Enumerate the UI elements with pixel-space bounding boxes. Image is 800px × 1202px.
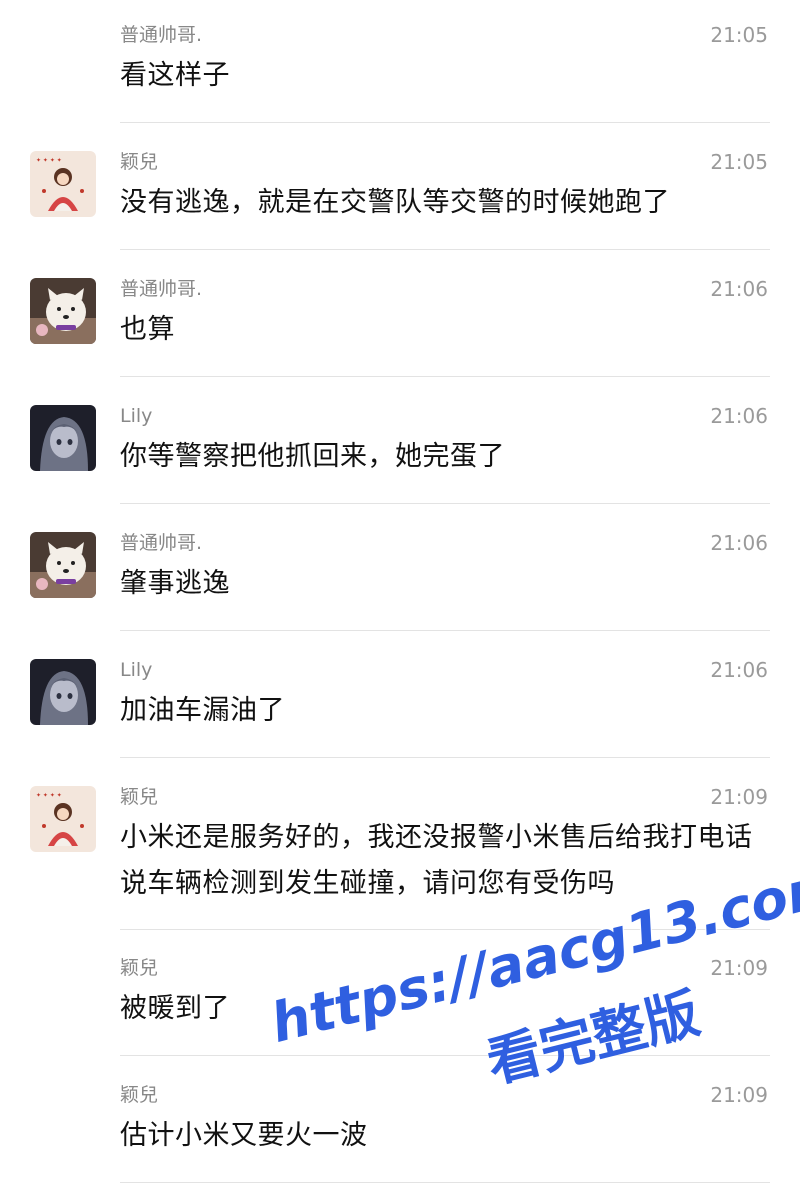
- message-divider: [120, 249, 770, 250]
- anime-avatar-icon: [30, 659, 96, 725]
- message-time: 21:06: [710, 531, 768, 555]
- message-time: 21:09: [710, 956, 768, 980]
- sender-name[interactable]: Lily: [120, 404, 152, 428]
- message-divider: [120, 1182, 770, 1183]
- message-time: 21:05: [710, 23, 768, 47]
- message-time: 21:05: [710, 150, 768, 174]
- message-time: 21:09: [710, 1083, 768, 1107]
- message-time: 21:09: [710, 785, 768, 809]
- message-divider: [120, 929, 770, 930]
- message-divider: [120, 630, 770, 631]
- message-text[interactable]: 被暖到了: [120, 986, 775, 1032]
- message-divider: [120, 503, 770, 504]
- message-divider: [120, 1055, 770, 1056]
- sender-name[interactable]: 颖兒: [120, 150, 158, 174]
- dog-avatar-icon: [30, 278, 96, 344]
- avatar[interactable]: ✦ ✦ ✦ ✦: [30, 786, 96, 852]
- girl-avatar-icon: ✦ ✦ ✦ ✦: [30, 786, 96, 852]
- message-text[interactable]: 也算: [120, 307, 775, 353]
- sender-name[interactable]: 颖兒: [120, 785, 158, 809]
- sender-name[interactable]: 普通帅哥.: [120, 531, 202, 555]
- message-text[interactable]: 没有逃逸，就是在交警队等交警的时候她跑了: [120, 180, 775, 226]
- sender-name[interactable]: Lily: [120, 658, 152, 682]
- avatar[interactable]: ✦ ✦ ✦ ✦: [30, 151, 96, 217]
- message-text[interactable]: 肇事逃逸: [120, 561, 775, 607]
- sender-name[interactable]: 普通帅哥.: [120, 23, 202, 47]
- svg-text:✦ ✦ ✦ ✦: ✦ ✦ ✦ ✦: [36, 792, 62, 799]
- sender-name[interactable]: 普通帅哥.: [120, 277, 202, 301]
- anime-avatar-icon: [30, 405, 96, 471]
- message-time: 21:06: [710, 404, 768, 428]
- dog-avatar-icon: [30, 532, 96, 598]
- message-text[interactable]: 看这样子: [120, 53, 775, 99]
- message-text[interactable]: 加油车漏油了: [120, 688, 775, 734]
- avatar[interactable]: [30, 278, 96, 344]
- message-text[interactable]: 估计小米又要火一波: [120, 1113, 775, 1159]
- message-divider: [120, 757, 770, 758]
- message-time: 21:06: [710, 658, 768, 682]
- sender-name[interactable]: 颖兒: [120, 1083, 158, 1107]
- avatar[interactable]: [30, 659, 96, 725]
- message-time: 21:06: [710, 277, 768, 301]
- svg-text:✦ ✦ ✦ ✦: ✦ ✦ ✦ ✦: [36, 157, 62, 164]
- message-text[interactable]: 小米还是服务好的，我还没报警小米售后给我打电话说车辆检测到发生碰撞，请问您有受伤…: [120, 815, 775, 907]
- message-text[interactable]: 你等警察把他抓回来，她完蛋了: [120, 434, 775, 480]
- message-divider: [120, 122, 770, 123]
- avatar[interactable]: [30, 532, 96, 598]
- girl-avatar-icon: ✦ ✦ ✦ ✦: [30, 151, 96, 217]
- sender-name[interactable]: 颖兒: [120, 956, 158, 980]
- message-divider: [120, 376, 770, 377]
- avatar[interactable]: [30, 405, 96, 471]
